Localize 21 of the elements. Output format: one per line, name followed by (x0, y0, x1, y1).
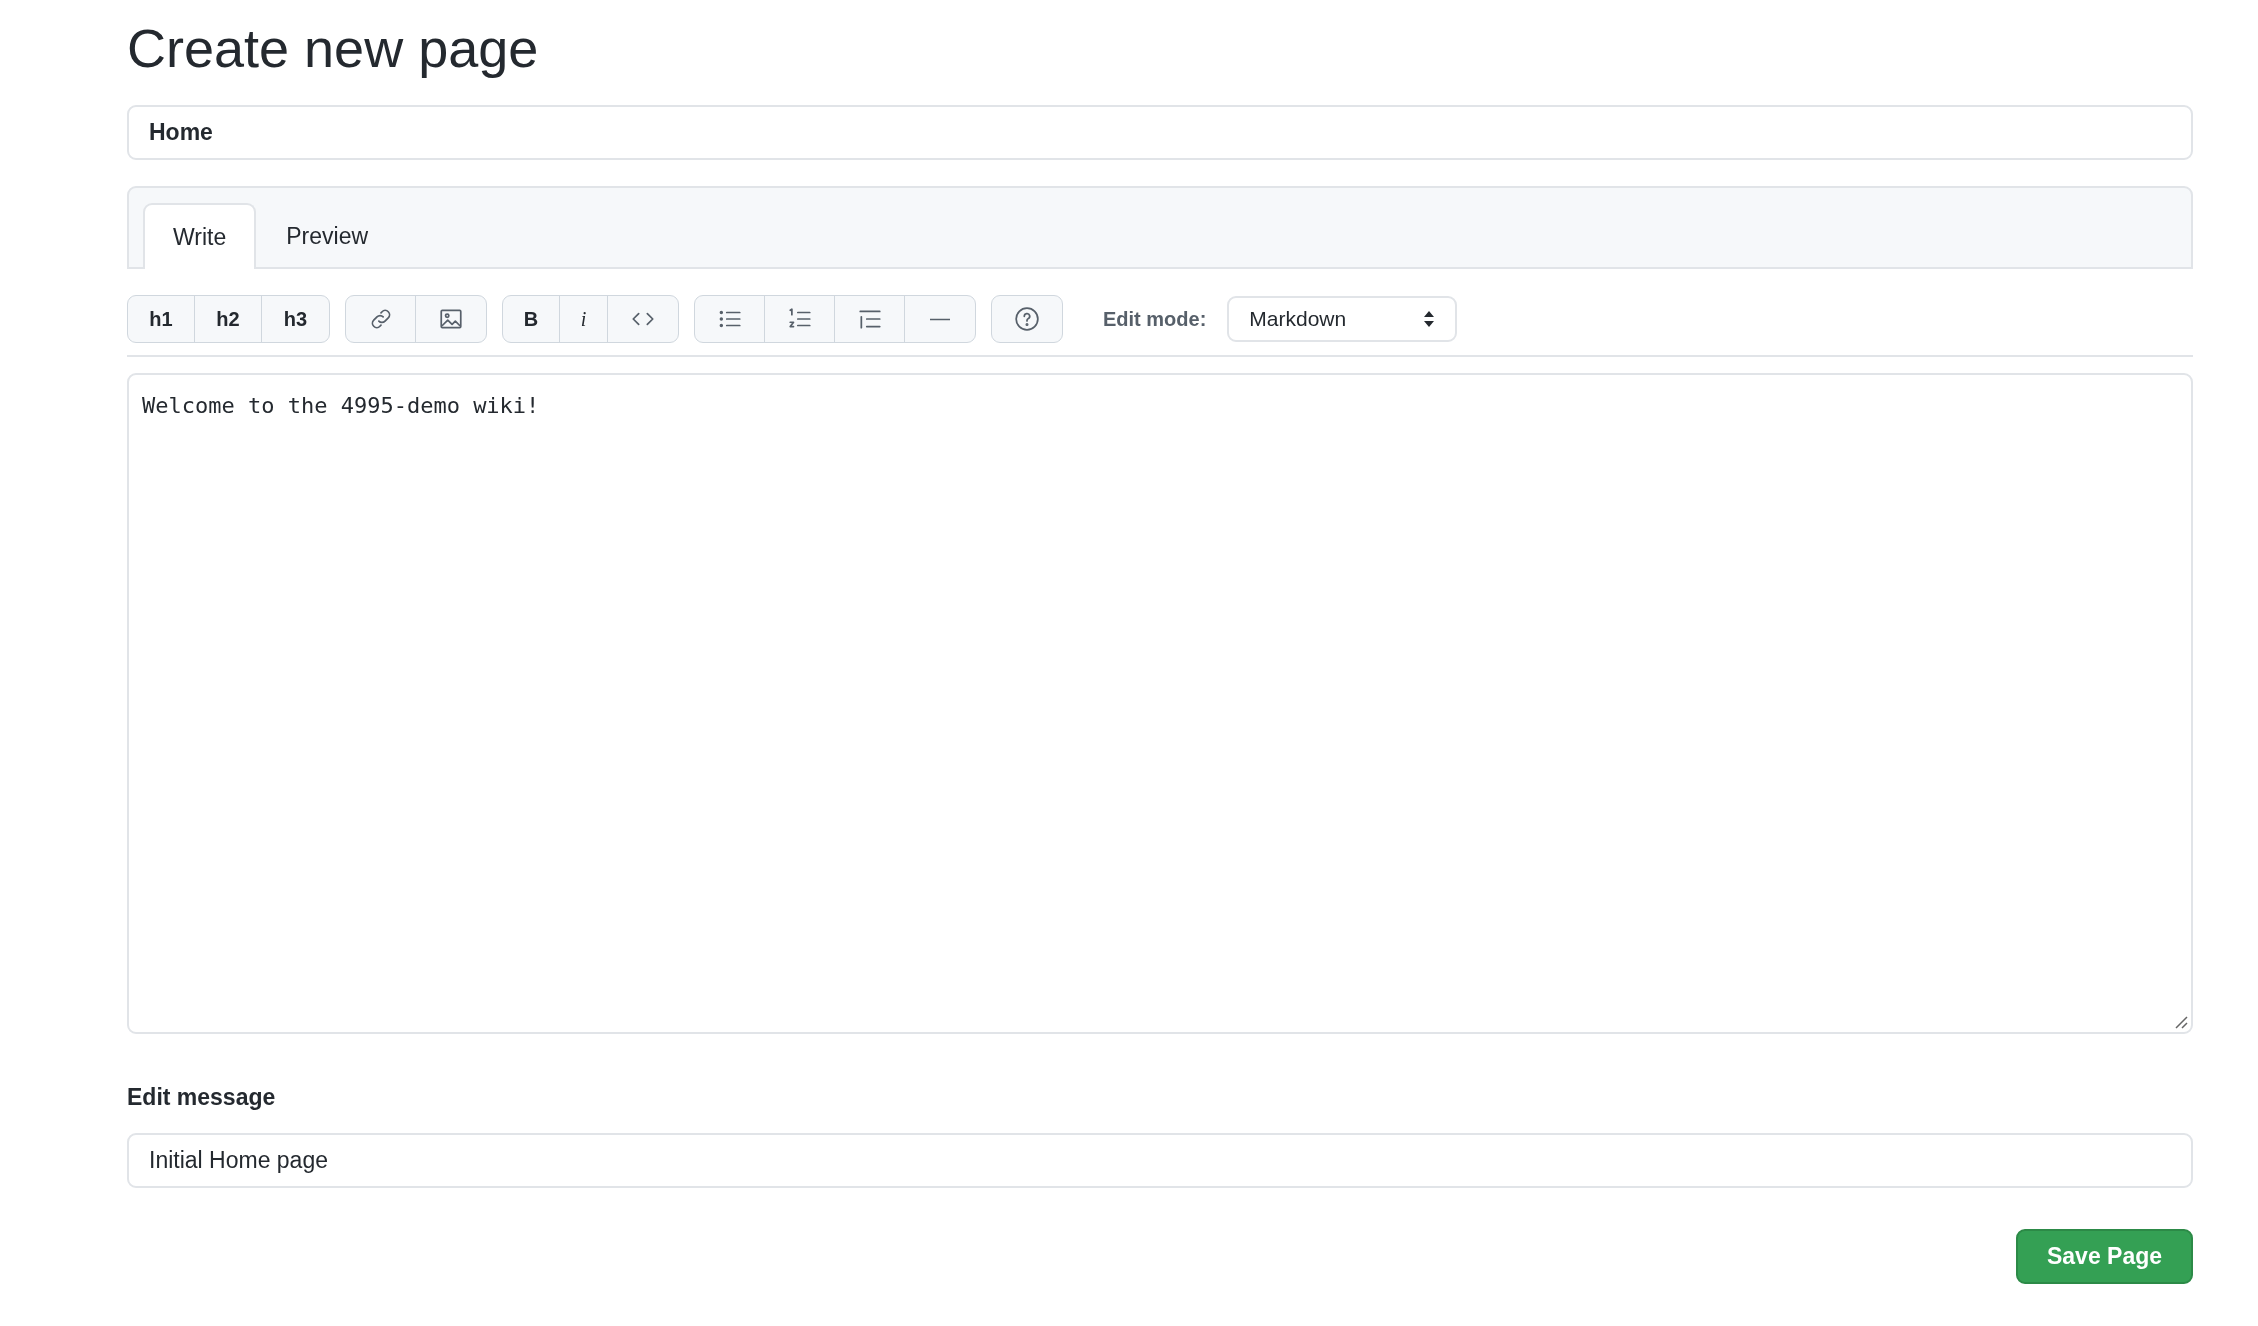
edit-message-label: Edit message (127, 1083, 277, 1112)
editor-tab[interactable]: Write (143, 203, 257, 269)
editor-tab[interactable]: Preview (256, 203, 399, 269)
heading-button[interactable]: h3 (262, 296, 329, 342)
page-title-field[interactable]: Home (127, 105, 2193, 160)
select-caret-icon (1423, 310, 1436, 328)
edit-mode-select[interactable]: Markdown (1227, 296, 1458, 342)
edit-mode-label: Edit mode: (1103, 307, 1207, 332)
format-button[interactable]: i (560, 296, 608, 342)
help-icon (1014, 306, 1040, 332)
page-heading: Create new page (127, 17, 540, 80)
horizontal-rule-icon (927, 317, 953, 321)
heading-button[interactable]: h2 (195, 296, 262, 342)
format-button[interactable]: B (503, 296, 560, 342)
editor-text: Welcome to the 4995-demo wiki! (142, 393, 540, 418)
help-button[interactable] (991, 295, 1063, 343)
editor-textarea[interactable]: Welcome to the 4995-demo wiki! (127, 373, 2193, 1034)
edit-message-field[interactable]: Initial Home page (127, 1132, 2193, 1188)
heading-button[interactable]: h1 (128, 296, 195, 342)
resize-handle-icon (2174, 1015, 2188, 1029)
image-icon (438, 306, 464, 332)
